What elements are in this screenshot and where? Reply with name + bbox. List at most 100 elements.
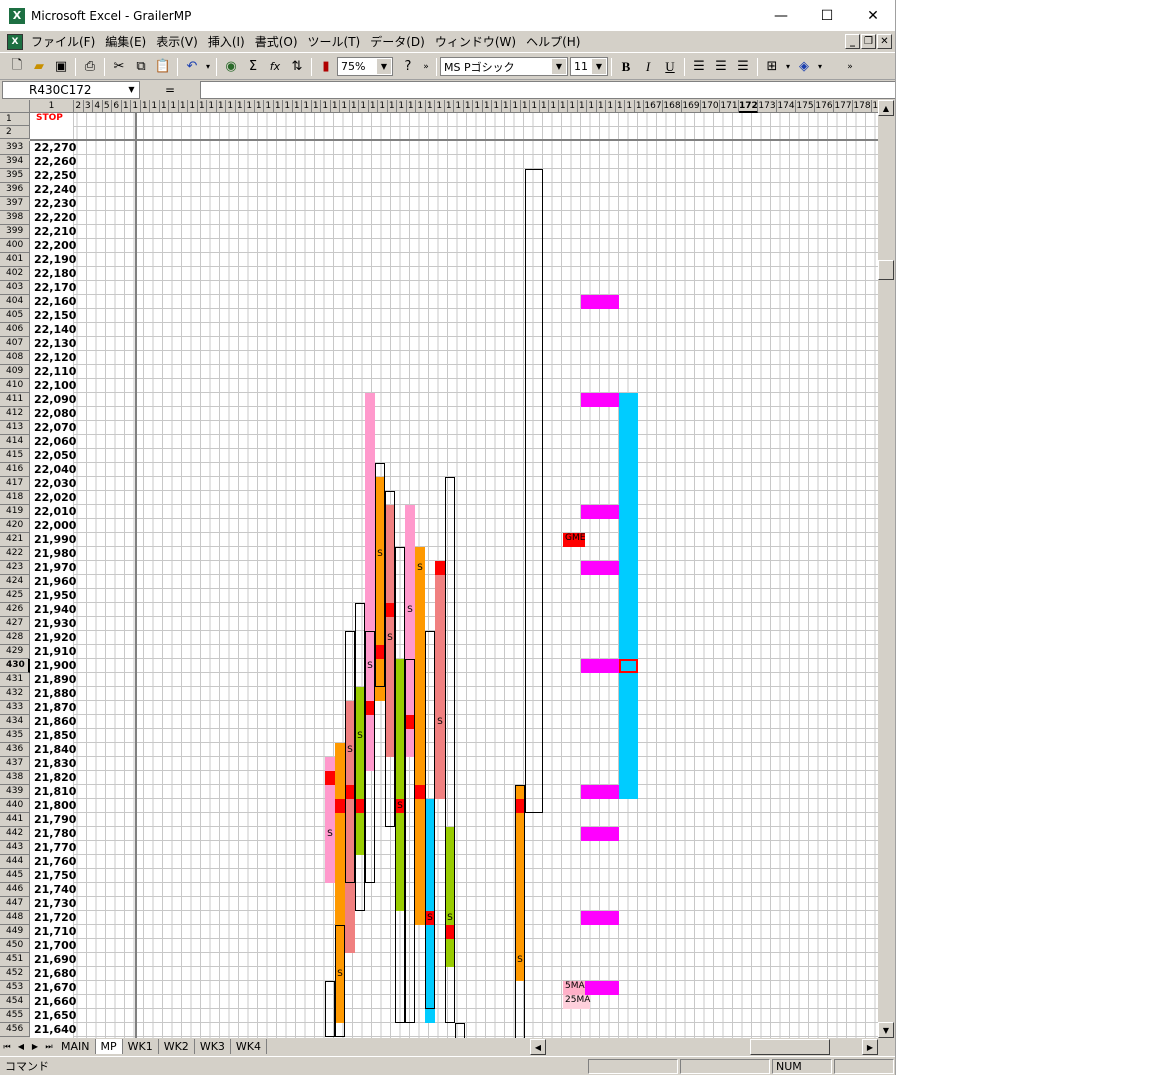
- menu-file[interactable]: ファイル(F): [26, 32, 100, 52]
- column-header[interactable]: 1: [159, 100, 169, 113]
- price-cell[interactable]: 21,840: [34, 743, 76, 757]
- font-size-select[interactable]: 11 ▼: [570, 57, 608, 76]
- price-cell[interactable]: 21,680: [34, 967, 76, 981]
- column-header[interactable]: 1: [397, 100, 407, 113]
- row-header[interactable]: 443: [0, 841, 30, 855]
- formula-input[interactable]: [200, 81, 895, 99]
- price-cell[interactable]: 21,810: [34, 785, 76, 799]
- cut-icon[interactable]: ✂: [108, 56, 130, 78]
- web-icon[interactable]: ◉: [220, 56, 242, 78]
- price-cell[interactable]: 21,980: [34, 547, 76, 561]
- column-header[interactable]: 1: [264, 100, 274, 113]
- function-icon[interactable]: fx: [264, 56, 286, 78]
- row-header[interactable]: 419: [0, 505, 30, 519]
- column-header[interactable]: 176: [815, 100, 834, 113]
- price-cell[interactable]: 22,160: [34, 295, 76, 309]
- column-header[interactable]: 1: [539, 100, 549, 113]
- column-header[interactable]: 170: [701, 100, 720, 113]
- align-center-icon[interactable]: ☰: [710, 56, 732, 78]
- price-cell[interactable]: 21,890: [34, 673, 76, 687]
- price-cell[interactable]: 22,250: [34, 169, 76, 183]
- scroll-left-button[interactable]: ◀: [530, 1039, 546, 1055]
- column-header[interactable]: 1: [596, 100, 606, 113]
- price-cell[interactable]: 21,760: [34, 855, 76, 869]
- price-cell[interactable]: 21,740: [34, 883, 76, 897]
- column-header[interactable]: 1: [273, 100, 283, 113]
- price-cell[interactable]: 21,870: [34, 701, 76, 715]
- row-header[interactable]: 403: [0, 281, 30, 295]
- menu-window[interactable]: ウィンドウ(W): [430, 32, 521, 52]
- column-header[interactable]: 1: [634, 100, 644, 113]
- column-header[interactable]: 1: [169, 100, 179, 113]
- menu-edit[interactable]: 編集(E): [100, 32, 151, 52]
- column-header[interactable]: 1: [349, 100, 359, 113]
- underline-button[interactable]: U: [659, 56, 681, 78]
- bold-button[interactable]: B: [615, 56, 637, 78]
- formula-equals[interactable]: =: [140, 83, 200, 97]
- column-header[interactable]: 1: [530, 100, 540, 113]
- row-header[interactable]: 397: [0, 197, 30, 211]
- maximize-button[interactable]: ☐: [804, 0, 850, 31]
- price-cell[interactable]: 22,210: [34, 225, 76, 239]
- scroll-right-button[interactable]: ▶: [862, 1039, 878, 1055]
- dropdown-icon[interactable]: ▾: [783, 56, 793, 78]
- price-cell[interactable]: 21,820: [34, 771, 76, 785]
- paste-icon[interactable]: 📋: [152, 56, 174, 78]
- selected-cell[interactable]: [619, 659, 638, 673]
- row-header[interactable]: 400: [0, 239, 30, 253]
- tab-mp[interactable]: MP: [95, 1039, 123, 1054]
- column-header[interactable]: 1: [463, 100, 473, 113]
- column-header[interactable]: 1: [568, 100, 578, 113]
- column-header[interactable]: 1: [302, 100, 312, 113]
- row-header[interactable]: 432: [0, 687, 30, 701]
- price-cell[interactable]: 21,930: [34, 617, 76, 631]
- workbook-minimize-button[interactable]: _: [845, 34, 860, 49]
- column-header[interactable]: 1: [511, 100, 521, 113]
- price-cell[interactable]: 21,910: [34, 645, 76, 659]
- column-header[interactable]: 1: [140, 100, 150, 113]
- column-header[interactable]: 1: [387, 100, 397, 113]
- row-header[interactable]: 437: [0, 757, 30, 771]
- price-cell[interactable]: 21,700: [34, 939, 76, 953]
- price-cell[interactable]: 22,240: [34, 183, 76, 197]
- row-header[interactable]: 398: [0, 211, 30, 225]
- column-header[interactable]: 1: [254, 100, 264, 113]
- price-cell[interactable]: 21,690: [34, 953, 76, 967]
- price-cell[interactable]: 21,830: [34, 757, 76, 771]
- price-cell[interactable]: 22,040: [34, 463, 76, 477]
- row-header[interactable]: 409: [0, 365, 30, 379]
- tab-wk2[interactable]: WK2: [159, 1039, 195, 1054]
- column-header[interactable]: 1: [207, 100, 217, 113]
- menu-format[interactable]: 書式(O): [250, 32, 303, 52]
- row-header[interactable]: 453: [0, 981, 30, 995]
- autosum-icon[interactable]: Σ: [242, 56, 264, 78]
- row-header[interactable]: 452: [0, 967, 30, 981]
- price-cell[interactable]: 21,670: [34, 981, 76, 995]
- column-header[interactable]: 1: [330, 100, 340, 113]
- row-header[interactable]: 455: [0, 1009, 30, 1023]
- column-header[interactable]: 1: [625, 100, 635, 113]
- price-cell[interactable]: 21,780: [34, 827, 76, 841]
- workbook-restore-button[interactable]: ❐: [861, 34, 876, 49]
- column-header[interactable]: 171: [720, 100, 739, 113]
- column-header[interactable]: 1: [245, 100, 255, 113]
- column-header[interactable]: 172: [739, 100, 758, 113]
- zoom-select[interactable]: 75% ▼: [337, 57, 393, 76]
- column-header[interactable]: 1: [454, 100, 464, 113]
- column-header[interactable]: 168: [663, 100, 682, 113]
- row-header[interactable]: 2: [0, 126, 30, 139]
- row-header[interactable]: 449: [0, 925, 30, 939]
- column-header[interactable]: 2: [74, 100, 84, 113]
- row-header[interactable]: 448: [0, 911, 30, 925]
- price-cell[interactable]: 21,950: [34, 589, 76, 603]
- price-cell[interactable]: 22,190: [34, 253, 76, 267]
- print-icon[interactable]: ⎙: [79, 56, 101, 78]
- row-header[interactable]: 394: [0, 155, 30, 169]
- row-header[interactable]: 402: [0, 267, 30, 281]
- price-cell[interactable]: 21,850: [34, 729, 76, 743]
- row-header[interactable]: 434: [0, 715, 30, 729]
- price-cell[interactable]: 21,720: [34, 911, 76, 925]
- price-cell[interactable]: 22,000: [34, 519, 76, 533]
- column-header[interactable]: 1: [482, 100, 492, 113]
- column-header[interactable]: 5: [102, 100, 112, 113]
